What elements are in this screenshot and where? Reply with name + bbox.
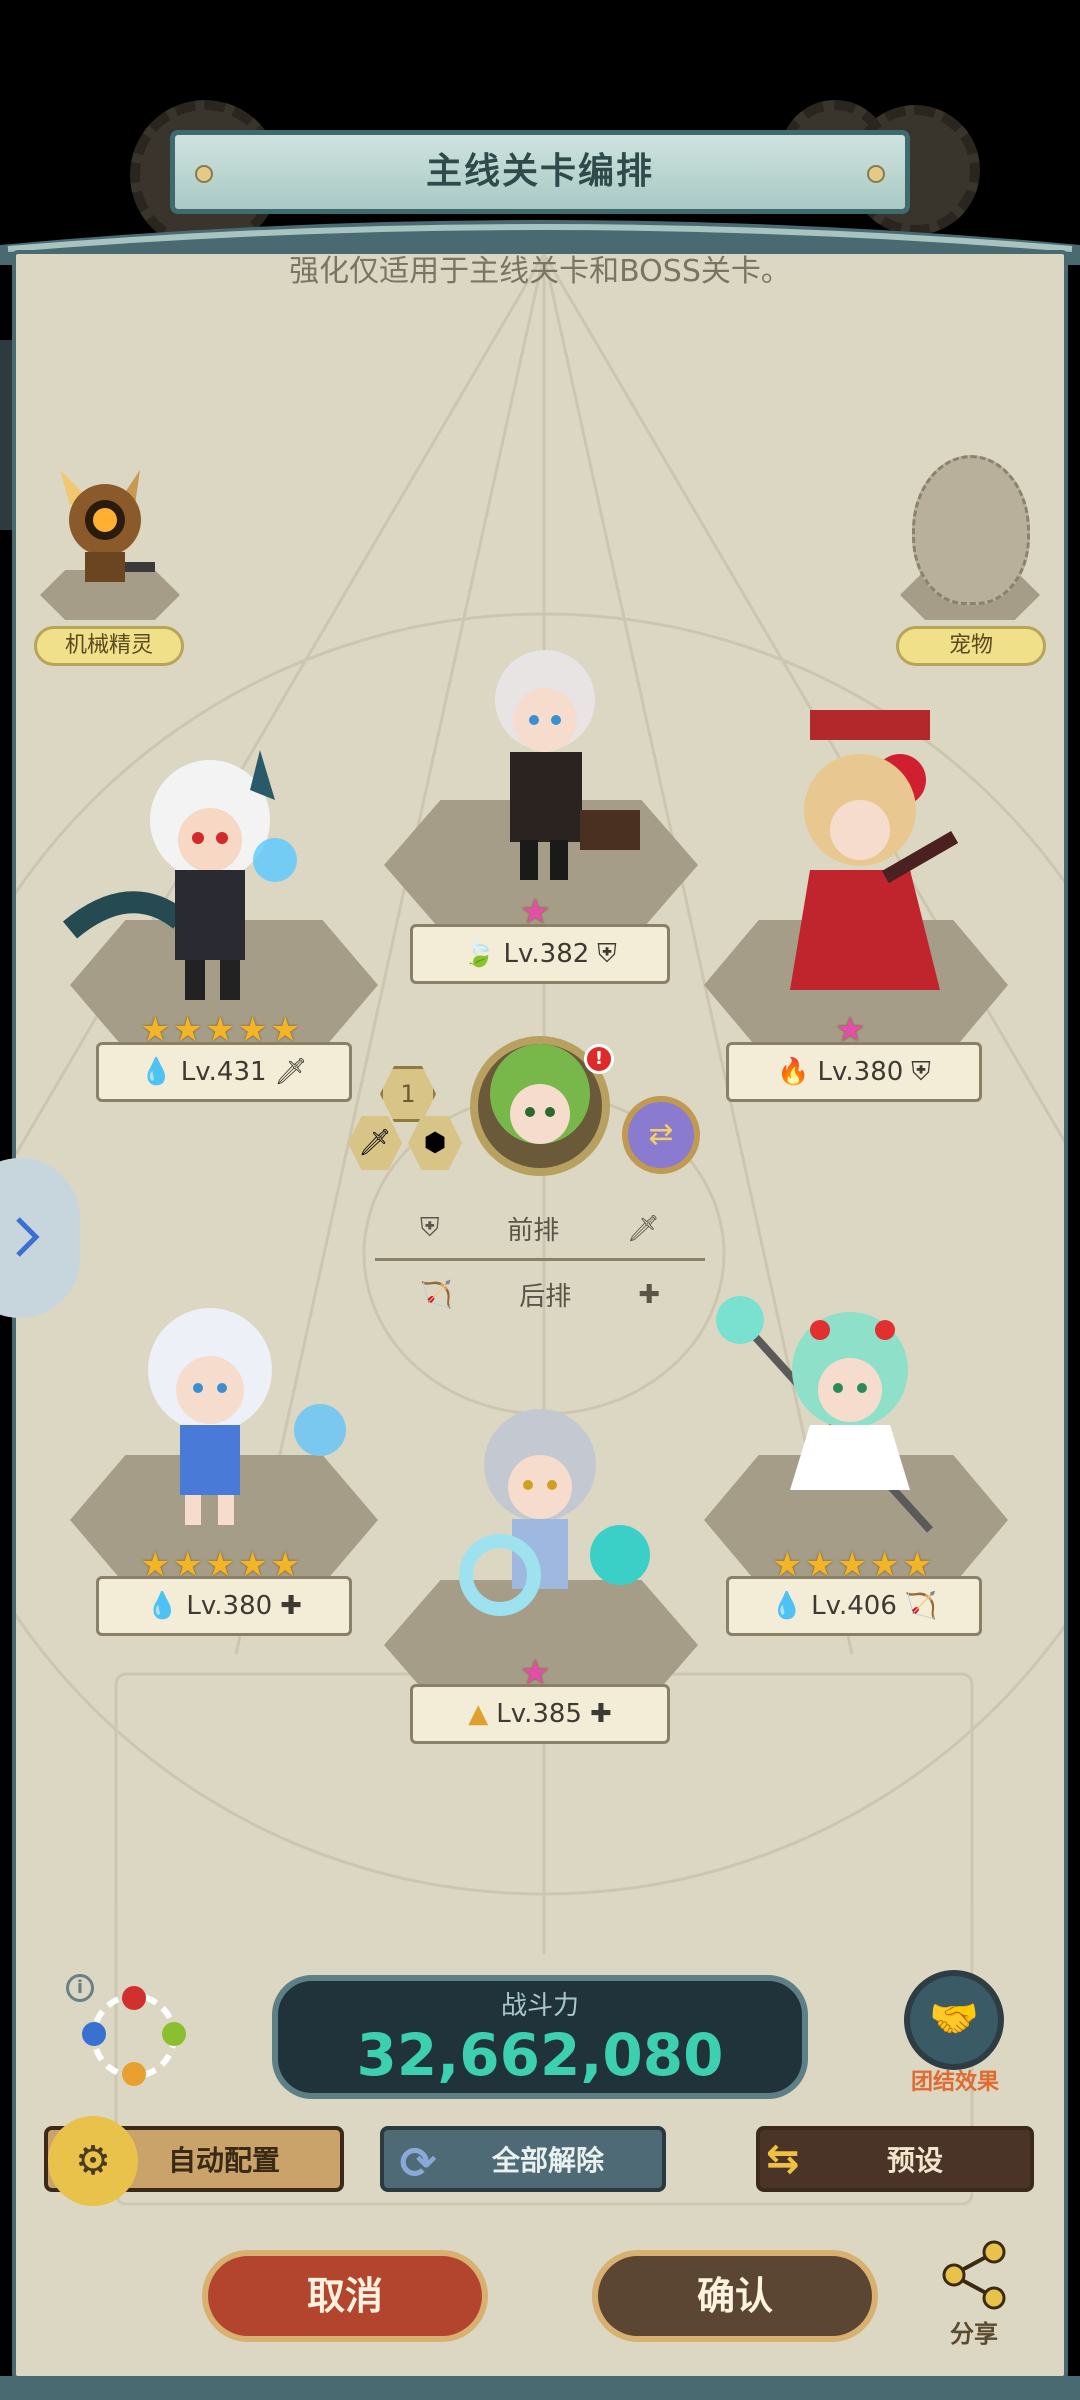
- shield-role-icon: ⛨: [597, 938, 617, 969]
- hero-dragon-sprite[interactable]: [60, 730, 340, 1010]
- shield-role-icon: ⛨: [911, 1056, 931, 1087]
- water-element-icon: 💧: [770, 1591, 804, 1621]
- side-expand-tab[interactable]: [0, 1158, 80, 1318]
- cancel-button[interactable]: 取消: [202, 2250, 488, 2342]
- team-effect-label: 团结效果: [910, 2070, 999, 2095]
- share-label: 分享: [950, 2320, 998, 2348]
- team-effect-button[interactable]: 🤝: [904, 1970, 1004, 2070]
- confirm-label: 确认: [696, 2274, 773, 2318]
- hero-dragon-level: Lv.431: [180, 1057, 267, 1087]
- hero-bubble-level: Lv.385: [496, 1699, 582, 1729]
- auto-arrange-button[interactable]: ⚙ 自动配置: [44, 2116, 344, 2206]
- hero-rose-level: Lv.380: [817, 1057, 904, 1087]
- fire-element-icon: 🔥: [777, 1057, 810, 1087]
- hero-rose-sprite[interactable]: [770, 700, 990, 1010]
- hero-gentleman-level: Lv.382: [503, 939, 590, 969]
- plus-icon: ✚: [638, 1279, 660, 1310]
- combat-power-box: 战斗力 32,662,080: [272, 1975, 808, 2099]
- bottom-frame-edge: [0, 2376, 1080, 2400]
- hero-bubble-sprite[interactable]: [440, 1395, 680, 1655]
- leader-badge-number: 1: [400, 1080, 416, 1108]
- auto-arrange-label: 自动配置: [167, 2144, 280, 2177]
- hero-staff-sprite[interactable]: [710, 1290, 980, 1550]
- leaf-element-icon: 🍃: [463, 939, 496, 969]
- share-icon: [942, 2240, 1006, 2310]
- hero-bubble-level-box[interactable]: ▲ Lv.385 ✚: [410, 1684, 670, 1744]
- leader-avatar: [490, 1044, 590, 1144]
- front-row-label: 前排: [507, 1216, 560, 1246]
- shield-icon: ⛨: [420, 1213, 440, 1243]
- hero-gentleman-level-box[interactable]: 🍃 Lv.382 ⛨: [410, 924, 670, 984]
- page-title: 主线关卡编排: [425, 151, 654, 192]
- preset-button[interactable]: ⇆ 预设: [756, 2126, 1034, 2192]
- mech-spirit-label[interactable]: 机械精灵: [34, 626, 184, 666]
- bow-icon: 🏹: [420, 1279, 453, 1310]
- hero-ice-sprite[interactable]: [110, 1290, 370, 1540]
- hero-ice-level: Lv.380: [186, 1591, 273, 1621]
- hero-ice-level-box[interactable]: 💧 Lv.380 ✚: [96, 1576, 352, 1636]
- plus-role-icon: ✚: [589, 1699, 612, 1729]
- earth-element-icon: ▲: [468, 1699, 489, 1729]
- element-wheel-icon[interactable]: [74, 1976, 194, 2096]
- chevron-right-icon[interactable]: [14, 1215, 40, 1259]
- water-element-icon: 💧: [140, 1057, 173, 1087]
- sword-role-icon: 🗡: [274, 1057, 308, 1087]
- bow-role-icon: 🏹: [904, 1591, 938, 1621]
- combat-power-label: 战斗力: [500, 1991, 579, 2021]
- hero-dragon-level-box[interactable]: 💧 Lv.431 🗡: [96, 1042, 352, 1102]
- alert-badge-icon: !: [584, 1044, 614, 1074]
- side-edge-bar: [0, 340, 12, 530]
- back-row-legend: 🏹 后排 ✚: [420, 1276, 660, 1313]
- water-element-icon: 💧: [146, 1591, 179, 1621]
- swap-leader-button[interactable]: ⇄: [622, 1096, 700, 1174]
- release-all-button[interactable]: ⟳ 全部解除: [380, 2126, 666, 2192]
- pet-egg-placeholder[interactable]: [912, 455, 1030, 605]
- back-row-label: 后排: [519, 1282, 572, 1312]
- cancel-label: 取消: [306, 2274, 383, 2318]
- handshake-icon: 🤝: [929, 1996, 979, 2042]
- preset-label: 预设: [886, 2144, 943, 2177]
- pet-label[interactable]: 宠物: [896, 626, 1046, 666]
- share-button[interactable]: 分享: [924, 2240, 1024, 2350]
- formation-divider: [375, 1258, 705, 1261]
- release-all-label: 全部解除: [491, 2144, 604, 2177]
- swap-arrows-icon: ⇆: [766, 2136, 800, 2182]
- front-row-legend: ⛨ 前排 🗡: [420, 1210, 660, 1247]
- sword-icon: 🗡: [626, 1213, 660, 1244]
- stage-notice: 强化仅适用于主线关卡和BOSS关卡。: [289, 254, 791, 289]
- plus-role-icon: ✚: [280, 1591, 302, 1621]
- hero-staff-level: Lv.406: [811, 1591, 897, 1621]
- hero-rose-level-box[interactable]: 🔥 Lv.380 ⛨: [726, 1042, 982, 1102]
- mech-spirit-sprite[interactable]: [40, 450, 160, 600]
- hero-gentleman-sprite[interactable]: [450, 640, 650, 890]
- hero-staff-level-box[interactable]: 💧 Lv.406 🏹: [726, 1576, 982, 1636]
- gear-moon-icon: ⚙: [48, 2116, 138, 2206]
- confirm-button[interactable]: 确认: [592, 2250, 878, 2342]
- title-bar: 主线关卡编排: [170, 130, 910, 214]
- release-icon: ⟳: [399, 2138, 437, 2189]
- combat-power-value: 32,662,080: [356, 2021, 724, 2089]
